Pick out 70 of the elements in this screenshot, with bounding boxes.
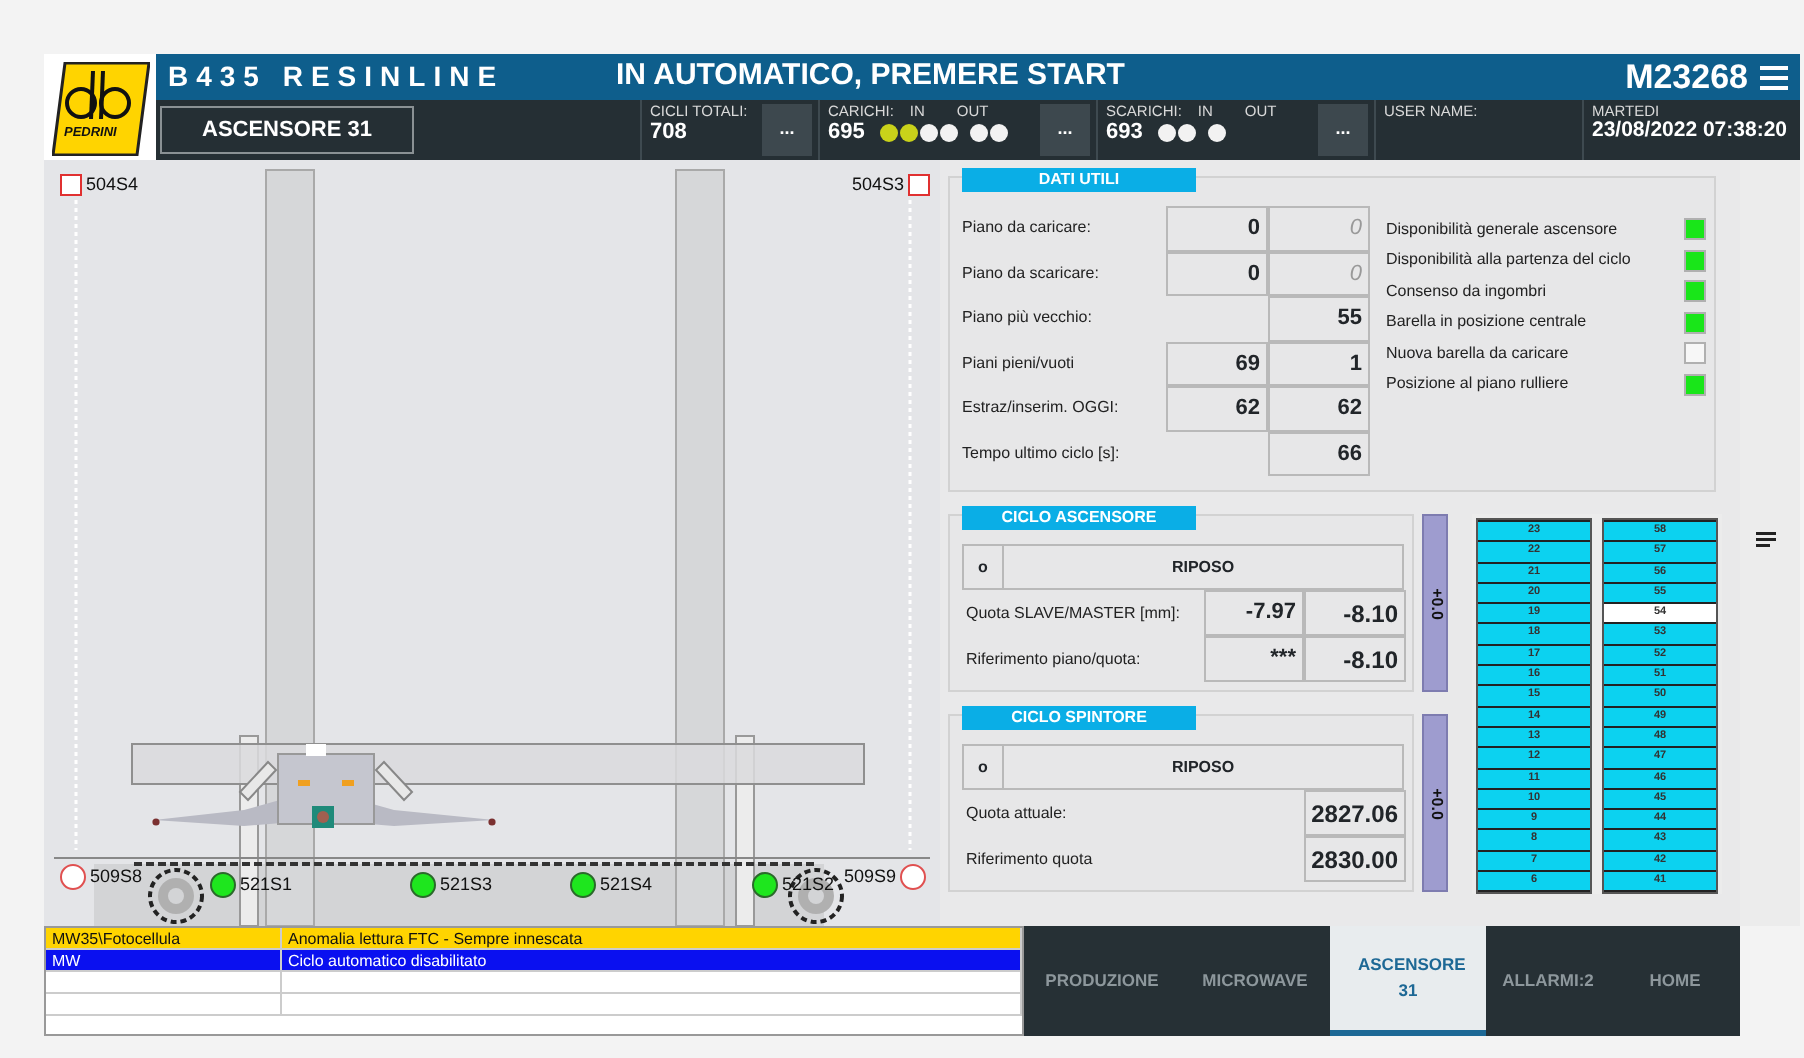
indicator-label: Disponibilità generale ascensore: [1386, 217, 1618, 242]
status-message: IN AUTOMATICO, PREMERE START: [616, 56, 1127, 97]
field-value: 62: [1166, 386, 1268, 431]
section-title: DATI UTILI: [962, 168, 1196, 192]
field-label: Piano più vecchio:: [960, 306, 1094, 331]
sensor-label: 521S1: [240, 872, 293, 898]
indicator-label: Posizione al piano rulliere: [1386, 372, 1569, 397]
indicator-label: Disponibilità alla partenza del ciclo: [1386, 248, 1631, 273]
field-label: Quota SLAVE/MASTER [mm]:: [964, 601, 1182, 626]
more-button[interactable]: ...: [762, 104, 812, 156]
sensor-label: 504S3: [852, 172, 905, 198]
nav-tab[interactable]: MICROWAVE: [1180, 926, 1330, 1036]
field-value: 66: [1268, 431, 1370, 476]
field-value: 69: [1166, 341, 1268, 386]
field-value: ***: [1204, 636, 1304, 682]
section-title: CICLO SPINTORE: [962, 706, 1196, 730]
field-value: 0: [1268, 251, 1370, 296]
cycle-state: RIPOSO: [1169, 555, 1237, 579]
sensor-label: 521S2: [782, 872, 835, 898]
menu-icon[interactable]: [1756, 532, 1776, 548]
field-value: 1: [1268, 341, 1370, 386]
page-button[interactable]: ASCENSORE 31: [160, 106, 414, 154]
field-value: -8.10: [1304, 636, 1406, 682]
field-label: Piani pieni/vuoti: [960, 351, 1077, 376]
date-time: 23/08/2022 07:38:20: [1592, 120, 1787, 144]
field-value: -8.10: [1304, 590, 1406, 636]
nav-tab[interactable]: HOME: [1610, 926, 1740, 1036]
field-value: 2827.06: [1304, 790, 1406, 836]
field-value: 55: [1268, 296, 1370, 341]
field-value: 0: [1166, 251, 1268, 296]
more-button[interactable]: ...: [1040, 104, 1090, 156]
menu-icon[interactable]: [1760, 65, 1788, 89]
field-label: Piano da scaricare:: [960, 261, 1101, 286]
gear-icon: [148, 868, 204, 924]
indicator-label: Barella in posizione centrale: [1386, 310, 1587, 335]
field-value: 62: [1268, 386, 1370, 431]
more-button[interactable]: ...: [1318, 104, 1368, 156]
machine-code: M23268: [1625, 55, 1748, 100]
cycle-state: RIPOSO: [1169, 755, 1237, 779]
indicator-label: Consenso da ingombri: [1386, 279, 1547, 304]
indicator-label: Nuova barella da caricare: [1386, 341, 1569, 366]
counter-value: 708: [650, 120, 687, 145]
field-value: 2830.00: [1304, 836, 1406, 882]
counter-value: 693: [1106, 120, 1143, 145]
field-value: -7.97: [1204, 590, 1304, 636]
field-label: Riferimento quota: [964, 847, 1095, 872]
sensor-label: 504S4: [86, 172, 139, 198]
field-value: 0: [1166, 206, 1268, 251]
field-label: Riferimento piano/quota:: [964, 647, 1143, 672]
step-indicator: o: [964, 746, 1004, 788]
line-name: B435 RESINLINE: [166, 58, 507, 96]
field-value: 0: [1268, 206, 1370, 251]
nav-tab[interactable]: ALLARMI:2: [1486, 926, 1610, 1036]
counter-value: 695: [828, 120, 865, 145]
field-label: Quota attuale:: [964, 801, 1069, 825]
sensor-label: 509S9: [844, 864, 897, 890]
field-label: Piano da caricare:: [960, 216, 1093, 241]
nav-tab[interactable]: PRODUZIONE: [1024, 926, 1180, 1036]
nav-tab[interactable]: ASCENSORE 31: [1330, 926, 1486, 1036]
offset-button[interactable]: +0.0: [1422, 714, 1448, 892]
field-label: Tempo ultimo ciclo [s]:: [960, 441, 1122, 466]
section-title: CICLO ASCENSORE: [962, 506, 1196, 530]
field-label: Estraz/inserim. OGGI:: [960, 396, 1121, 421]
alarm-message: Ciclo automatico disabilitato: [282, 950, 1022, 972]
alarm-source: MW: [46, 950, 282, 972]
sensor-label: 521S4: [600, 872, 653, 898]
sensor-label: 521S3: [440, 872, 493, 898]
sensor-label: 509S8: [90, 864, 143, 890]
step-indicator: o: [964, 546, 1004, 588]
offset-button[interactable]: +0.0: [1422, 514, 1448, 692]
